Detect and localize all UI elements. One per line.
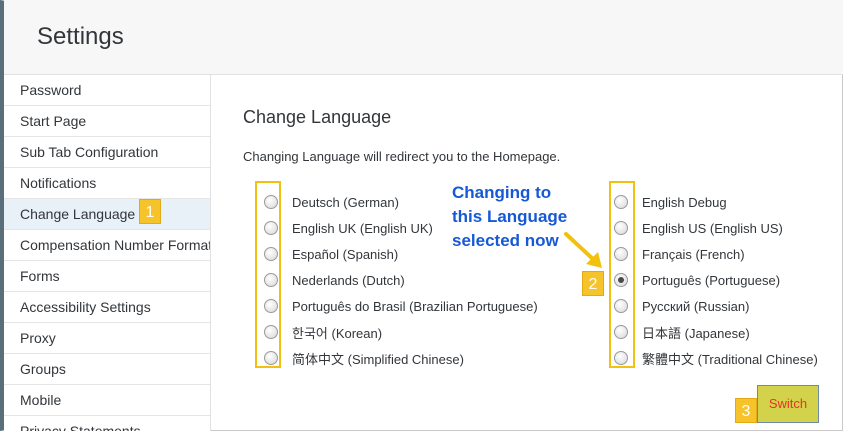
page-title: Settings (37, 23, 124, 50)
language-option-dutch[interactable]: Nederlands (Dutch) (264, 270, 405, 290)
language-option-label: English US (English US) (642, 220, 783, 236)
page-header: Settings (4, 0, 843, 75)
language-option-label: Português (Portuguese) (642, 272, 781, 288)
sidebar-item-accessibility-settings[interactable]: Accessibility Settings (4, 292, 210, 323)
sidebar-item-change-language[interactable]: Change Language (4, 199, 210, 230)
language-option-portuguese[interactable]: Português (Portuguese) (614, 270, 780, 290)
language-option-label: Français (French) (642, 246, 745, 262)
language-option-label: English UK (English UK) (292, 220, 433, 236)
language-option-label: English Debug (642, 194, 727, 210)
language-option-brazilian-portuguese[interactable]: Português do Brasil (Brazilian Portugues… (264, 296, 538, 316)
language-option-label: 日本語 (Japanese) (642, 325, 750, 341)
section-title: Change Language (243, 107, 392, 127)
sidebar-item-notifications[interactable]: Notifications (4, 168, 210, 199)
language-option-label: Português do Brasil (Brazilian Portugues… (292, 298, 538, 314)
right-radio-highlight (609, 181, 635, 368)
sidebar-item-proxy[interactable]: Proxy (4, 323, 210, 354)
sidebar-item-privacy-statements[interactable]: Privacy Statements (4, 416, 210, 431)
language-option-german[interactable]: Deutsch (German) (264, 192, 399, 212)
language-option-label: Nederlands (Dutch) (292, 272, 405, 288)
language-option-label: 繁體中文 (Traditional Chinese) (642, 351, 818, 367)
sidebar: Password Start Page Sub Tab Configuratio… (4, 75, 211, 431)
language-option-label: 한국어 (Korean) (292, 325, 383, 341)
sidebar-item-groups[interactable]: Groups (4, 354, 210, 385)
sidebar-item-password[interactable]: Password (4, 75, 210, 106)
language-option-spanish[interactable]: Español (Spanish) (264, 244, 398, 264)
sidebar-item-start-page[interactable]: Start Page (4, 106, 210, 137)
language-option-korean[interactable]: 한국어 (Korean) (264, 322, 382, 342)
step-badge-2: 2 (582, 271, 604, 296)
language-option-english-us[interactable]: English US (English US) (614, 218, 783, 238)
step-badge-3: 3 (735, 398, 757, 423)
switch-button[interactable]: Switch (757, 385, 819, 423)
sidebar-item-compensation-number-format[interactable]: Compensation Number Format (4, 230, 210, 261)
language-option-label: Deutsch (German) (292, 194, 399, 210)
callout-line: this Language (452, 207, 568, 226)
language-option-label: Español (Spanish) (292, 246, 399, 262)
language-option-label: Русский (Russian) (642, 298, 750, 314)
step-badge-1: 1 (139, 199, 161, 224)
language-option-traditional-chinese[interactable]: 繁體中文 (Traditional Chinese) (614, 348, 818, 368)
callout-arrow-icon (564, 232, 602, 268)
sidebar-item-sub-tab-configuration[interactable]: Sub Tab Configuration (4, 137, 210, 168)
callout-line: Changing to (452, 183, 552, 202)
language-option-simplified-chinese[interactable]: 简体中文 (Simplified Chinese) (264, 348, 464, 368)
language-option-english-uk[interactable]: English UK (English UK) (264, 218, 433, 238)
language-description: Changing Language will redirect you to t… (243, 149, 561, 164)
left-radio-highlight (255, 181, 281, 368)
sidebar-item-forms[interactable]: Forms (4, 261, 210, 292)
language-option-label: 简体中文 (Simplified Chinese) (292, 351, 464, 367)
sidebar-item-mobile[interactable]: Mobile (4, 385, 210, 416)
